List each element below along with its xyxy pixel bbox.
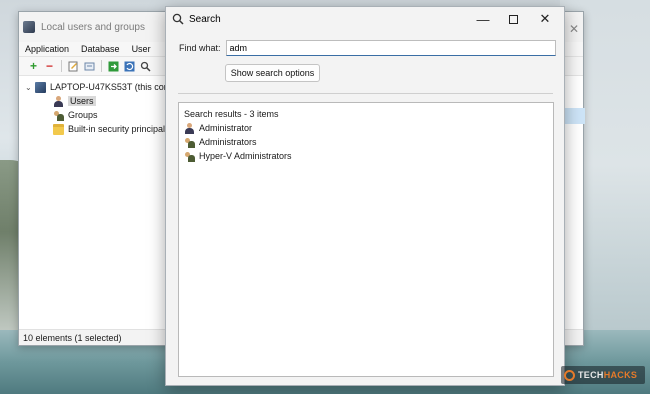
list-item-label: Administrator xyxy=(199,123,253,133)
list-item[interactable]: Administrator xyxy=(184,121,548,135)
search-dialog: Search — ✕ Find what: Show search option… xyxy=(165,6,565,386)
divider xyxy=(178,93,553,94)
search-input[interactable] xyxy=(225,40,556,56)
user-icon xyxy=(184,122,195,134)
search-dialog-title: Search xyxy=(189,13,221,25)
search-dialog-titlebar[interactable]: Search — ✕ xyxy=(166,7,564,31)
refresh-icon[interactable] xyxy=(123,60,136,73)
toolbar-separator xyxy=(101,60,102,72)
find-label: Find what: xyxy=(179,43,221,53)
group-icon xyxy=(53,110,64,121)
minimize-icon[interactable]: — xyxy=(468,7,498,31)
find-row: Find what: xyxy=(179,40,556,56)
watermark: TECHHACKS xyxy=(561,366,645,384)
logo-icon xyxy=(564,369,575,381)
tree-root-label: LAPTOP-U47KS53T (this comp xyxy=(50,82,177,92)
computer-icon xyxy=(35,81,46,93)
tree-item-label: Users xyxy=(68,96,96,106)
search-icon[interactable] xyxy=(139,60,152,73)
main-window-title: Local users and groups xyxy=(41,21,145,33)
tree-item-label: Built-in security principal xyxy=(68,124,166,134)
list-selection[interactable] xyxy=(565,108,585,124)
group-icon xyxy=(184,137,195,148)
search-icon xyxy=(172,13,184,25)
menu-database[interactable]: Database xyxy=(81,44,120,54)
menu-user[interactable]: User xyxy=(132,44,151,54)
chevron-down-icon[interactable]: ⌄ xyxy=(25,83,35,92)
folder-icon xyxy=(53,123,64,135)
watermark-text: TECHHACKS xyxy=(578,370,638,380)
menu-application[interactable]: Application xyxy=(25,44,69,54)
group-icon xyxy=(184,151,195,162)
list-item[interactable]: Hyper-V Administrators xyxy=(184,149,548,163)
user-icon xyxy=(53,95,64,107)
list-item-label: Administrators xyxy=(199,137,257,147)
app-icon xyxy=(23,21,35,33)
add-icon[interactable]: + xyxy=(27,60,40,73)
main-window-close-icon[interactable]: ✕ xyxy=(569,22,579,36)
search-results-list[interactable]: Search results - 3 items Administrator A… xyxy=(178,102,554,377)
remove-icon[interactable]: − xyxy=(43,60,56,73)
list-item[interactable]: Administrators xyxy=(184,135,548,149)
maximize-icon[interactable] xyxy=(498,7,528,31)
show-search-options-button[interactable]: Show search options xyxy=(225,64,320,82)
results-header: Search results - 3 items xyxy=(184,109,279,119)
import-icon[interactable] xyxy=(107,60,120,73)
status-text: 10 elements (1 selected) xyxy=(23,332,122,343)
properties-icon[interactable] xyxy=(83,60,96,73)
tree-item-label: Groups xyxy=(68,110,98,120)
edit-icon[interactable] xyxy=(67,60,80,73)
toolbar-separator xyxy=(61,60,62,72)
list-item-label: Hyper-V Administrators xyxy=(199,151,292,161)
close-icon[interactable]: ✕ xyxy=(530,7,560,31)
